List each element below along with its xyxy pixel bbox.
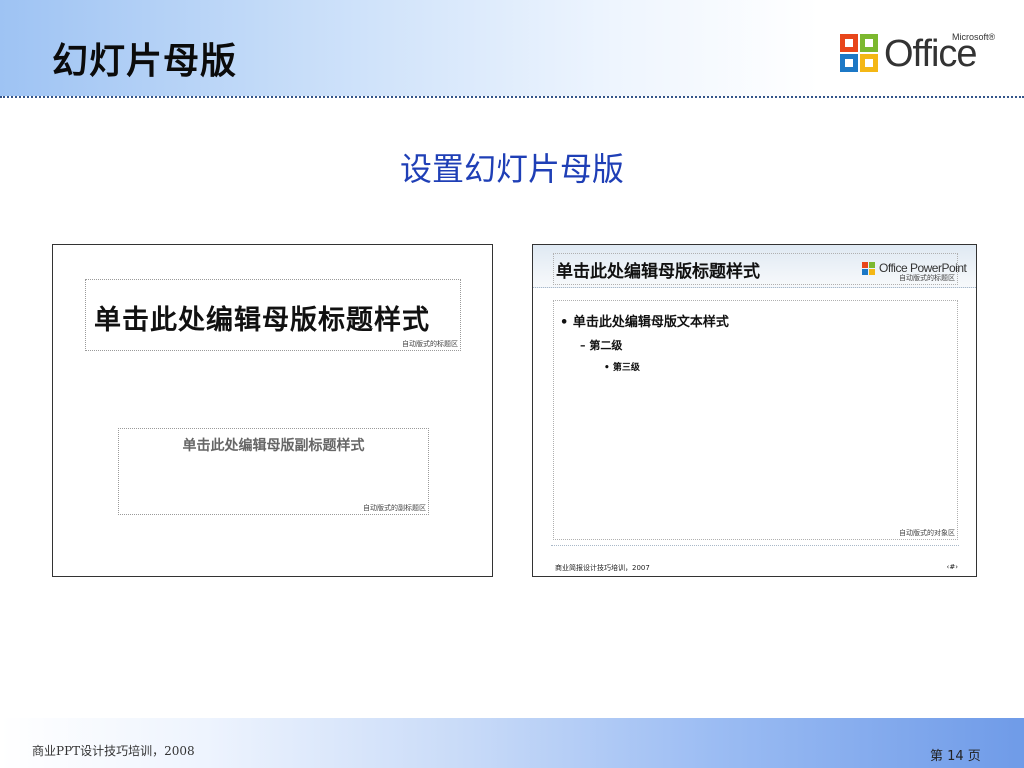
subtitle-placeholder-text: 单击此处编辑母版副标题样式 — [182, 438, 365, 454]
office-logo: Office Microsoft® — [838, 30, 998, 80]
title-placeholder-text: 单击此处编辑母版标题样式 — [94, 305, 430, 336]
page-number: 第 14 页 — [930, 749, 981, 764]
subtitle-placeholder[interactable]: 单击此处编辑母版副标题样式 自动版式的副标题区 — [118, 428, 429, 515]
slide-subtitle: 设置幻灯片母版 — [399, 150, 624, 188]
master-slide-number: ‹#› — [946, 563, 958, 571]
office-mini-logo-icon — [862, 262, 875, 275]
office-logo-superscript: Microsoft® — [952, 32, 996, 42]
body-placeholder-label: 自动版式的对象区 — [899, 529, 955, 537]
master-title-text: 单击此处编辑母版标题样式 — [556, 262, 760, 282]
footer-text: 商业PPT设计技巧培训，2008 — [32, 744, 195, 758]
powerpoint-logo-text: Office PowerPoint — [879, 261, 967, 275]
title-placeholder-label: 自动版式的标题区 — [402, 340, 458, 348]
title-placeholder[interactable]: 单击此处编辑母版标题样式 自动版式的标题区 — [85, 279, 461, 351]
header-divider — [0, 96, 1024, 98]
title-master-thumbnail[interactable]: 单击此处编辑母版标题样式 自动版式的标题区 单击此处编辑母版副标题样式 自动版式… — [52, 244, 493, 577]
master-footer-divider — [551, 545, 959, 546]
powerpoint-logo: Office PowerPoint — [861, 261, 967, 277]
master-footer-text: 商业简报设计技巧培训，2007 — [555, 564, 650, 572]
body-level-3: • 第三级 — [604, 363, 640, 373]
subtitle-placeholder-label: 自动版式的副标题区 — [363, 504, 426, 512]
page-title: 幻灯片母版 — [52, 41, 238, 82]
master-body-placeholder[interactable]: • 单击此处编辑母版文本样式 – 第二级 • 第三级 自动版式的对象区 — [553, 300, 958, 540]
body-level-2: – 第二级 — [580, 339, 623, 352]
body-level-1: • 单击此处编辑母版文本样式 — [560, 315, 729, 330]
slide-master-thumbnail[interactable]: 单击此处编辑母版标题样式 自动版式的标题区 Office PowerPoint … — [532, 244, 977, 577]
office-logo-icon — [840, 34, 878, 72]
